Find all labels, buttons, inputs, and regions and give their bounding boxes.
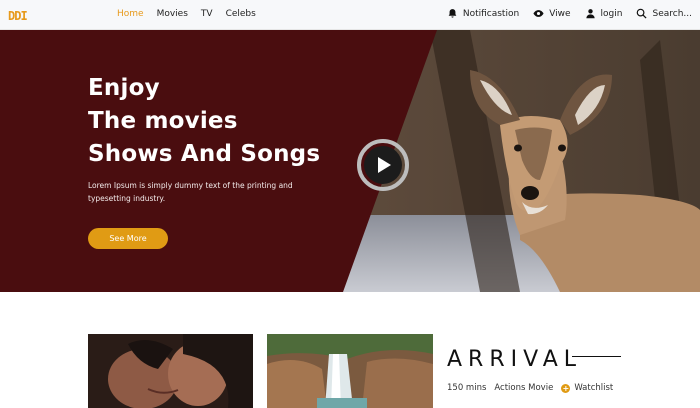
login-label: login: [600, 8, 623, 19]
search-icon: [637, 8, 648, 19]
top-navbar: DDI Home Movies TV Celebs Notificastion …: [0, 0, 700, 30]
movie-duration: 150 mins: [447, 383, 487, 393]
nav-actions: Notificastion Viwe login Search...: [447, 8, 692, 19]
logo-text: DDI: [8, 9, 28, 23]
nav-link-movies[interactable]: Movies: [157, 9, 188, 19]
nav-link-celebs[interactable]: Celebs: [226, 9, 256, 19]
hero-banner: Enjoy The movies Shows And Songs Lorem I…: [0, 30, 700, 292]
hero-description: Lorem Ipsum is simply dummy text of the …: [88, 181, 293, 203]
movie-meta: 150 mins Actions Movie + Watchlist: [447, 383, 613, 393]
watchlist-label: Watchlist: [574, 383, 614, 393]
bell-icon: [448, 9, 457, 18]
hero-title-line: Enjoy: [88, 75, 160, 101]
hero-title-line: The movies: [88, 108, 238, 134]
hero-title: Enjoy The movies Shows And Songs: [88, 72, 320, 171]
movie-thumbnail-couple[interactable]: [88, 334, 253, 408]
view-button[interactable]: Viwe: [533, 8, 571, 19]
login-button[interactable]: login: [585, 8, 623, 19]
view-label: Viwe: [549, 8, 571, 19]
search-input[interactable]: Search...: [636, 8, 692, 19]
movie-thumbnail-waterfall[interactable]: [267, 334, 433, 408]
movie-genre: Actions Movie: [494, 383, 554, 393]
play-button[interactable]: [357, 139, 409, 191]
search-placeholder: Search...: [652, 8, 692, 19]
movie-title: ARRIVAL: [447, 347, 583, 372]
hero-title-line: Shows And Songs: [88, 141, 321, 167]
title-divider: [572, 356, 621, 357]
couple-photo: [88, 334, 253, 408]
watchlist-button[interactable]: + Watchlist: [561, 383, 613, 393]
nav-link-tv[interactable]: TV: [201, 9, 213, 19]
notification-button[interactable]: Notificastion: [447, 8, 519, 19]
play-icon: [357, 139, 409, 191]
eye-icon: [533, 10, 544, 17]
user-icon: [585, 9, 595, 19]
nav-link-home[interactable]: Home: [117, 9, 144, 19]
logo[interactable]: DDI: [8, 9, 28, 23]
waterfall-photo: [267, 334, 433, 408]
plus-icon: +: [561, 383, 571, 393]
notification-label: Notificastion: [462, 8, 520, 19]
see-more-button[interactable]: See More: [88, 228, 168, 249]
main-nav: Home Movies TV Celebs: [117, 9, 256, 19]
